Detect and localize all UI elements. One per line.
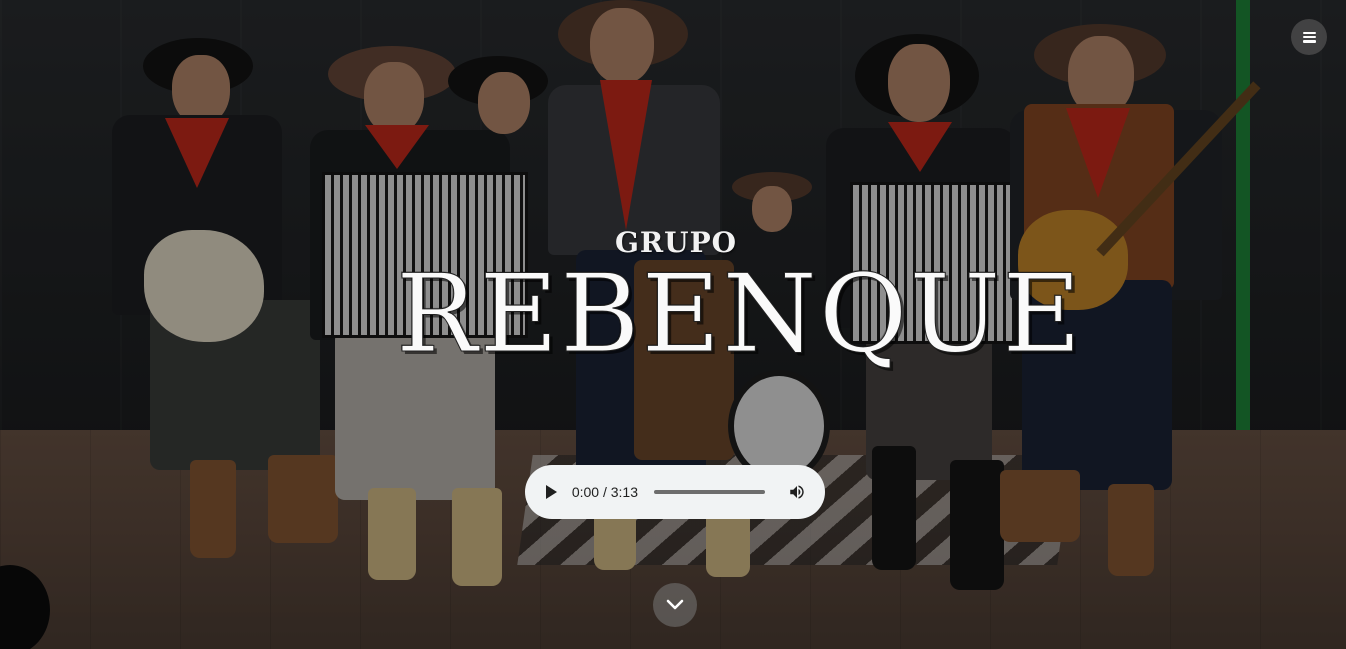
volume-icon	[790, 485, 804, 499]
band-logo: GRUPO REBENQUE	[396, 222, 1084, 382]
time-display: 0:00 / 3:13	[571, 484, 638, 500]
chevron-down-icon	[666, 599, 684, 610]
audio-player[interactable]: 0:00 / 3:13	[525, 465, 825, 519]
play-icon	[545, 485, 557, 499]
scroll-down-button[interactable]	[653, 583, 697, 627]
seek-slider[interactable]	[654, 490, 766, 494]
hamburger-menu-icon	[1302, 31, 1316, 43]
play-button[interactable]	[539, 480, 563, 504]
logo-title: REBENQUE	[396, 252, 1084, 377]
hero-section: GRUPO REBENQUE 0:00 / 3:13	[0, 0, 1346, 649]
menu-button[interactable]	[1291, 19, 1327, 55]
volume-button[interactable]	[785, 480, 809, 504]
